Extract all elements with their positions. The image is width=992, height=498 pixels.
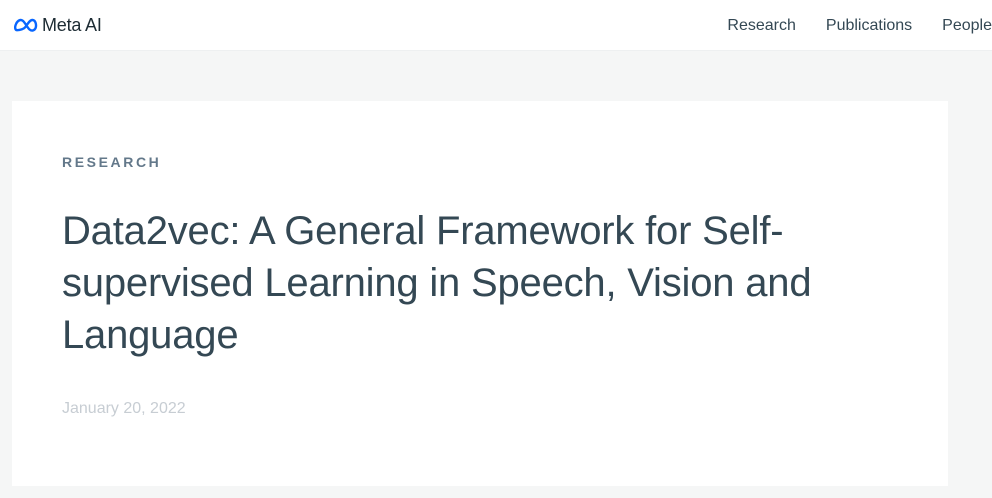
article-category: RESEARCH [62, 154, 162, 170]
article-header-card: RESEARCH Data2vec: A General Framework f… [12, 101, 948, 486]
meta-ai-home-link[interactable]: Meta AI [14, 13, 102, 37]
nav-link-people[interactable]: People [942, 16, 992, 36]
top-navigation-bar: Meta AI Research Publications People [0, 0, 992, 51]
article-date: January 20, 2022 [62, 400, 186, 417]
nav-link-research[interactable]: Research [727, 16, 795, 36]
brand-name: Meta AI [42, 15, 102, 35]
meta-infinity-icon [14, 17, 38, 33]
main-nav: Research Publications People [727, 0, 992, 51]
article-title: Data2vec: A General Framework for Self-s… [62, 209, 812, 357]
nav-link-publications[interactable]: Publications [826, 16, 912, 36]
